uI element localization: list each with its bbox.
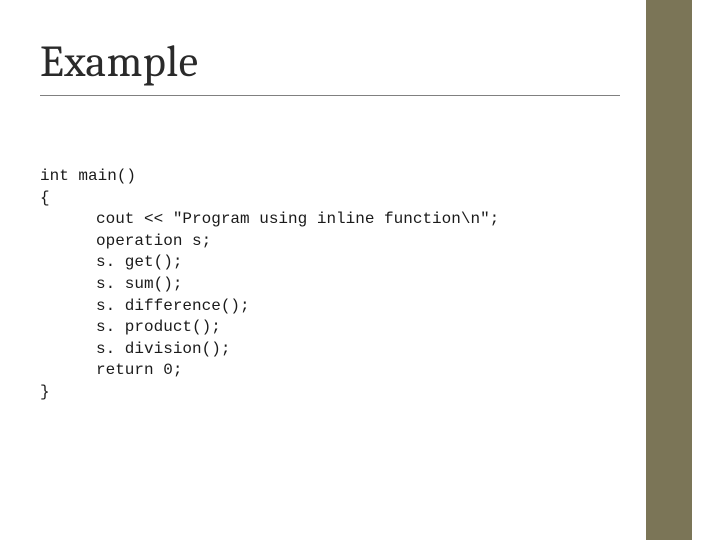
code-line: operation s; — [40, 231, 620, 253]
code-line: } — [40, 383, 50, 401]
code-line: s. get(); — [40, 252, 620, 274]
code-line: int main() — [40, 167, 136, 185]
code-line: return 0; — [40, 360, 620, 382]
title-underline — [40, 95, 620, 96]
slide-content: Example int main() { cout << "Program us… — [0, 0, 720, 540]
code-block: int main() { cout << "Program using inli… — [40, 166, 620, 404]
code-line: s. sum(); — [40, 274, 620, 296]
code-line: s. difference(); — [40, 296, 620, 318]
slide-title: Example — [40, 36, 620, 87]
code-line: cout << "Program using inline function\n… — [40, 209, 620, 231]
code-line: s. division(); — [40, 339, 620, 361]
code-line: s. product(); — [40, 317, 620, 339]
code-line: { — [40, 189, 50, 207]
